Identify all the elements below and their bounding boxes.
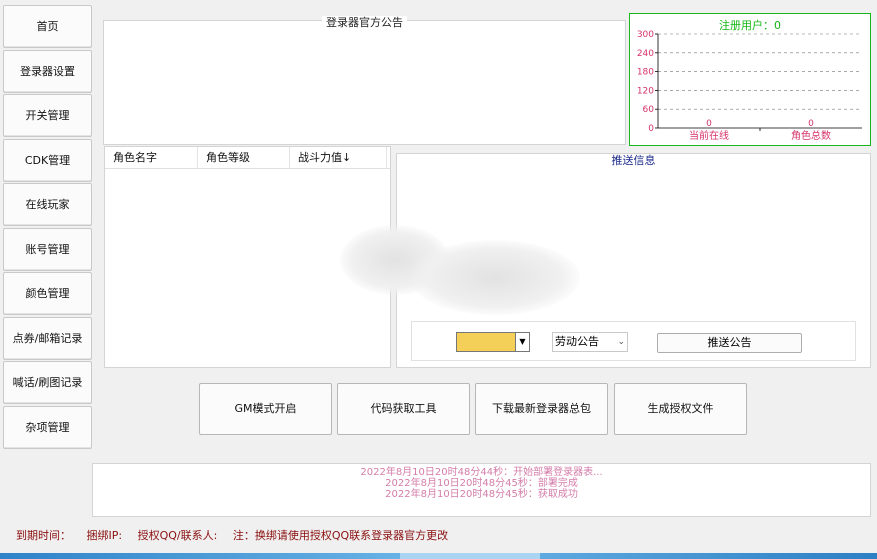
sidebar-item-color-management[interactable]: 颜色管理 [3,272,92,315]
y-tick-label: 240 [637,49,654,59]
log-line: 2022年8月10日20时48分45秒：获取成功 [385,489,578,500]
sidebar-item-account-management[interactable]: 账号管理 [3,227,92,271]
push-toolbar: ▼ 劳动公告 ⌄ 推送公告 [411,321,856,361]
log-line: 2022年8月10日20时48分45秒：部署完成 [385,478,578,489]
sidebar-item-cdk-management[interactable]: CDK管理 [3,138,92,182]
sidebar-item-home[interactable]: 首页 [3,5,92,48]
bind-ip-label: 捆绑IP: [86,529,123,542]
data-label: 0 [706,119,712,129]
rebind-note: 注：换绑请使用授权QQ联系登录器官方更改 [232,529,449,542]
chevron-down-icon[interactable]: ▼ [516,332,530,352]
y-tick-label: 180 [637,68,654,78]
y-tick-label: 0 [648,124,654,134]
log-panel: 2022年8月10日20时48分44秒：开始部署登录器表... 2022年8月1… [92,463,871,517]
chevron-down-icon: ⌄ [617,337,625,347]
push-type-select[interactable]: 劳动公告 ⌄ [552,332,628,352]
push-notice-button[interactable]: 推送公告 [657,333,802,353]
generate-license-button[interactable]: 生成授权文件 [614,383,747,435]
code-tool-button[interactable]: 代码获取工具 [337,383,470,435]
stats-chart: 注册用户：0 0 60 120 180 240 300 0 当前在线 0 角色总数 [629,13,871,146]
notice-title: 登录器官方公告 [103,14,626,30]
expiry-label: 到期时间： [16,529,71,542]
gm-mode-button[interactable]: GM模式开启 [199,383,332,435]
license-qq-label: 授权QQ/联系人: [137,529,218,542]
download-package-button[interactable]: 下载最新登录器总包 [475,383,608,435]
y-tick-label: 120 [637,86,654,96]
sidebar-item-launcher-settings[interactable]: 登录器设置 [3,49,92,93]
status-footer: 到期时间： 捆绑IP: 授权QQ/联系人: 注：换绑请使用授权QQ联系登录器官方… [16,527,460,543]
table-header: 角色名字 角色等级 战斗力值↓ [105,147,390,169]
sidebar-item-switch-management[interactable]: 开关管理 [3,94,92,137]
push-title: 推送信息 [611,154,656,167]
obscured-region [410,240,580,315]
x-tick-label: 角色总数 [791,129,831,142]
sidebar-item-shout-map-records[interactable]: 喊话/刷图记录 [3,361,92,404]
x-tick-label: 当前在线 [689,129,729,142]
column-header-role-level[interactable]: 角色等级 [198,147,290,169]
column-header-role-name[interactable]: 角色名字 [105,147,198,169]
sidebar-item-misc-management[interactable]: 杂项管理 [3,405,92,449]
push-input[interactable] [456,332,516,352]
taskbar-highlight [400,553,540,559]
push-type-value: 劳动公告 [555,335,599,348]
data-label: 0 [808,119,814,129]
sidebar-item-points-mail-records[interactable]: 点券/邮箱记录 [3,316,92,360]
column-header-combat-power[interactable]: 战斗力值↓ [290,147,387,169]
y-tick-label: 300 [637,30,654,40]
sidebar-item-online-players[interactable]: 在线玩家 [3,183,92,226]
chart-canvas: 0601201802403000当前在线0角色总数 [637,30,862,142]
sidebar-nav: 首页 登录器设置 开关管理 CDK管理 在线玩家 账号管理 颜色管理 点券/邮箱… [3,5,92,450]
notice-panel [103,20,626,145]
log-line: 2022年8月10日20时48分44秒：开始部署登录器表... [360,467,603,478]
y-tick-label: 60 [643,105,655,115]
